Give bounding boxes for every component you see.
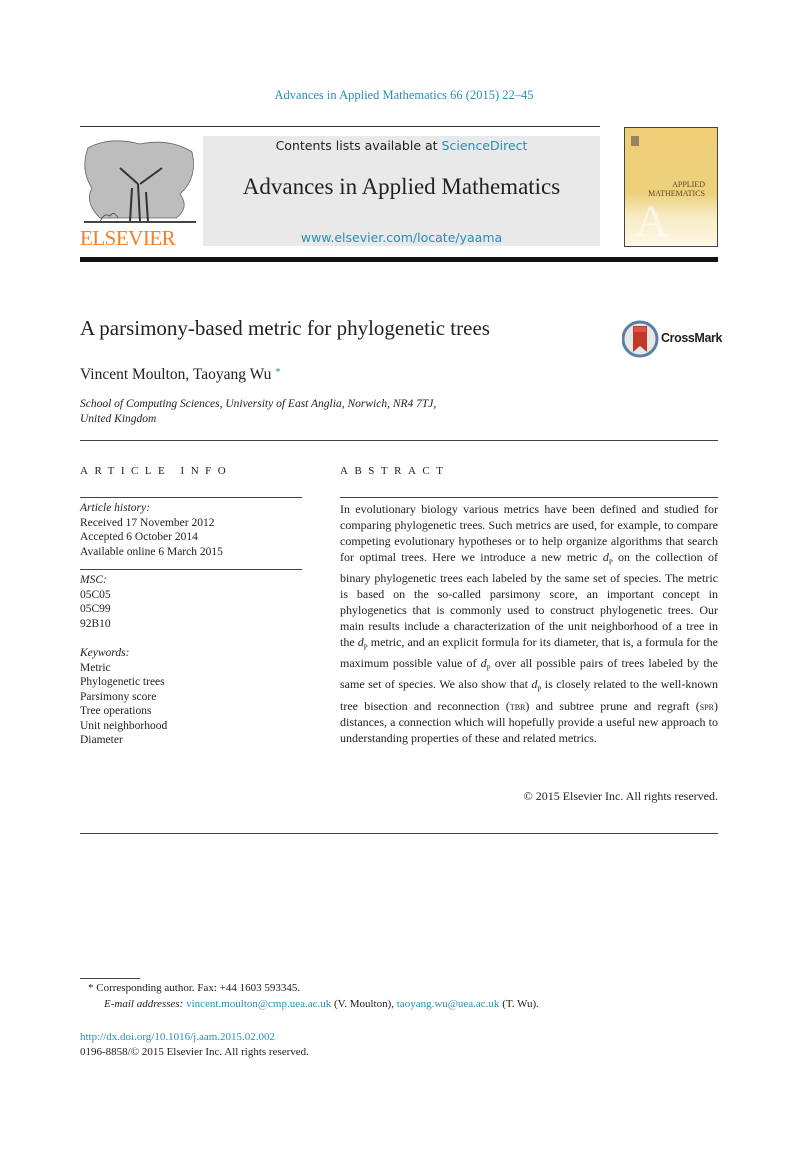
email-label: E-mail addresses: <box>104 998 184 1010</box>
history-online: Available online 6 March 2015 <box>80 545 223 558</box>
top-rule <box>80 126 600 127</box>
keyword: Metric <box>80 661 111 674</box>
contents-prefix: Contents lists available at <box>275 138 442 153</box>
abstract-body: In evolutionary biology various metrics … <box>340 502 718 747</box>
metric-symbol: dP <box>480 655 491 673</box>
history-accepted: Accepted 6 October 2014 <box>80 531 198 543</box>
affiliation-line1: School of Computing Sciences, University… <box>80 398 437 410</box>
keyword: Diameter <box>80 734 123 746</box>
paper-title: A parsimony-based metric for phylogeneti… <box>80 316 490 340</box>
abstract-rule <box>340 497 718 498</box>
metric-symbol: dP <box>602 549 613 567</box>
keyword: Phylogenetic trees <box>80 676 165 688</box>
keywords-block: Keywords: Metric Phylogenetic trees Pars… <box>80 646 302 748</box>
metric-symbol: dP <box>531 677 542 694</box>
cover-title-line1: APPLIED <box>672 180 705 189</box>
sciencedirect-link[interactable]: ScienceDirect <box>442 138 528 153</box>
article-history: Article history: Received 17 November 20… <box>80 501 302 559</box>
journal-title: Advances in Applied Mathematics <box>242 174 561 199</box>
cover-publisher-badge <box>631 136 639 146</box>
email-link-moulton[interactable]: vincent.moulton@cmp.uea.ac.uk <box>186 998 331 1010</box>
header-thick-rule <box>80 257 718 262</box>
metric-symbol: dP <box>357 634 368 652</box>
issn-copyright: 0196-8858/© 2015 Elsevier Inc. All right… <box>80 1046 309 1058</box>
journal-cover-image[interactable]: APPLIED MATHEMATICS A <box>624 127 718 247</box>
corresponding-text: Corresponding author. Fax: +44 1603 5933… <box>96 982 301 994</box>
msc-block: MSC: 05C05 05C99 92B10 <box>80 573 302 631</box>
journal-url-link[interactable]: www.elsevier.com/locate/yaama <box>203 230 600 245</box>
author-names: Vincent Moulton, Taoyang Wu <box>80 366 272 383</box>
spr-abbrev: spr <box>699 700 715 713</box>
article-info-heading: ARTICLE INFO <box>80 465 233 477</box>
section-rule <box>80 440 718 441</box>
abstract-heading: ABSTRACT <box>340 465 450 477</box>
doi-link[interactable]: http://dx.doi.org/10.1016/j.aam.2015.02.… <box>80 1031 275 1043</box>
footnote-rule <box>80 978 140 979</box>
article-info-rule <box>80 497 302 498</box>
affiliation: School of Computing Sciences, University… <box>80 397 580 427</box>
keyword: Tree operations <box>80 705 152 717</box>
elsevier-wordmark: ELSEVIER <box>80 226 176 250</box>
contents-line: Contents lists available at ScienceDirec… <box>203 138 600 153</box>
email-owner: (V. Moulton), <box>331 998 397 1010</box>
history-received: Received 17 November 2012 <box>80 516 215 529</box>
footnote-marker: * <box>88 982 94 994</box>
cover-letter: A <box>635 195 669 246</box>
abstract-copyright: © 2015 Elsevier Inc. All rights reserved… <box>523 789 718 803</box>
journal-reference[interactable]: Advances in Applied Mathematics 66 (2015… <box>0 88 808 103</box>
email-footnote: E-mail addresses: vincent.moulton@cmp.ue… <box>104 998 539 1010</box>
msc-rule <box>80 569 302 570</box>
authors: Vincent Moulton, Taoyang Wu * <box>80 366 281 384</box>
msc-code: 05C99 <box>80 603 111 615</box>
affiliation-line2: United Kingdom <box>80 413 157 425</box>
email-link-wu[interactable]: taoyang.wu@uea.ac.uk <box>397 998 500 1010</box>
keyword: Unit neighborhood <box>80 719 168 732</box>
abstract-text-run: ) and subtree prune and regraft ( <box>525 698 700 713</box>
front-matter-rule <box>80 833 718 834</box>
keyword: Parsimony score <box>80 690 157 703</box>
tbr-abbrev: tbr <box>509 700 526 713</box>
msc-label: MSC: <box>80 574 107 586</box>
corresponding-footnote: * Corresponding author. Fax: +44 1603 59… <box>88 982 300 994</box>
msc-code: 92B10 <box>80 617 111 630</box>
history-label: Article history: <box>80 502 150 514</box>
crossmark-label[interactable]: CrossMark <box>661 331 722 345</box>
keywords-label: Keywords: <box>80 647 130 659</box>
corresponding-author-marker[interactable]: * <box>275 366 281 378</box>
email-owner: (T. Wu). <box>499 998 539 1010</box>
msc-code: 05C05 <box>80 588 111 601</box>
